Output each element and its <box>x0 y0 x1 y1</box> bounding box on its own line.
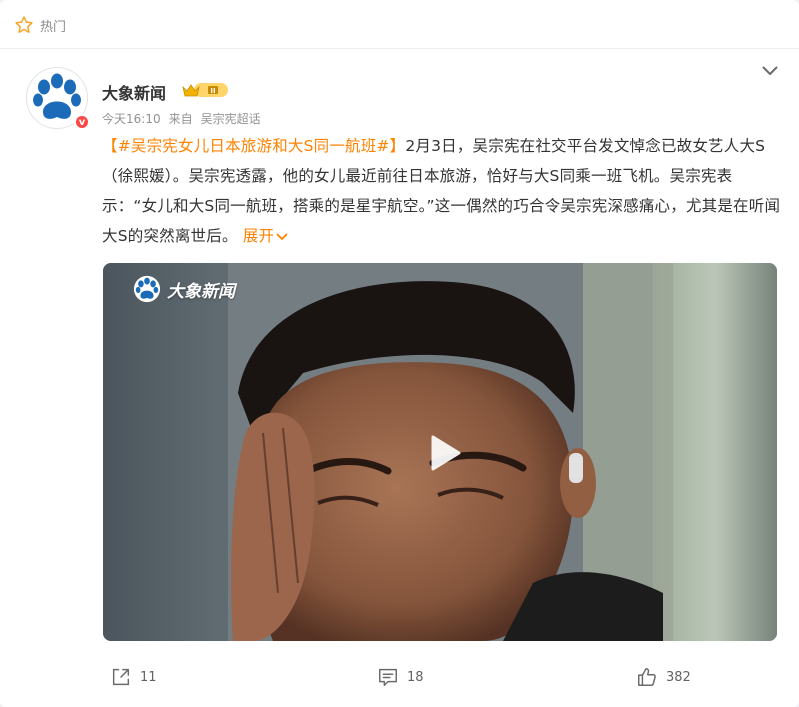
share-count: 11 <box>140 669 157 685</box>
expand-link[interactable]: 展开 <box>243 227 288 245</box>
header-divider <box>0 48 799 49</box>
post-text: 【#吴宗宪女儿日本旅游和大S同一航班#】2月3日，吴宗宪在社交平台发文悼念已故女… <box>102 131 782 251</box>
comment-icon <box>379 668 397 686</box>
hot-label: 热门 <box>40 19 67 35</box>
from-label: 来自 <box>168 112 193 126</box>
like-button[interactable]: 382 <box>636 666 691 688</box>
share-button[interactable]: 11 <box>110 666 157 688</box>
member-rank-icon[interactable]: II <box>180 80 230 100</box>
share-icon <box>112 668 130 686</box>
logo-icon <box>133 275 161 303</box>
verified-badge-icon: v <box>74 114 90 130</box>
chevron-down-icon <box>276 233 288 240</box>
watermark-text: 大象新闻 <box>167 281 235 302</box>
comment-count: 18 <box>407 669 424 685</box>
chevron-down-icon[interactable] <box>759 62 781 80</box>
play-icon[interactable] <box>421 431 465 475</box>
video-player[interactable]: 大象新闻 <box>103 263 777 641</box>
svg-text:II: II <box>210 87 215 95</box>
expand-label: 展开 <box>242 227 275 245</box>
post-meta: 今天16:10 来自 吴宗宪超话 <box>102 110 261 127</box>
star-icon <box>14 15 34 35</box>
hot-section-header: 热门 <box>14 12 66 38</box>
thumbs-up-icon <box>638 668 656 686</box>
weibo-post-card: 热门 v 大象新闻 II 今天16:10 来自 吴宗宪超话 【#吴宗宪女儿日本旅… <box>0 0 799 707</box>
like-count: 382 <box>666 669 691 685</box>
post-source-link[interactable]: 吴宗宪超话 <box>201 110 261 127</box>
video-watermark: 大象新闻 <box>133 275 235 303</box>
topic-tag-link[interactable]: 【#吴宗宪女儿日本旅游和大S同一航班#】 <box>102 137 405 155</box>
action-toolbar: 11 18 382 <box>0 660 799 700</box>
author-name[interactable]: 大象新闻 <box>102 80 166 104</box>
post-time[interactable]: 今天16:10 <box>102 110 161 127</box>
comment-button[interactable]: 18 <box>377 666 424 688</box>
